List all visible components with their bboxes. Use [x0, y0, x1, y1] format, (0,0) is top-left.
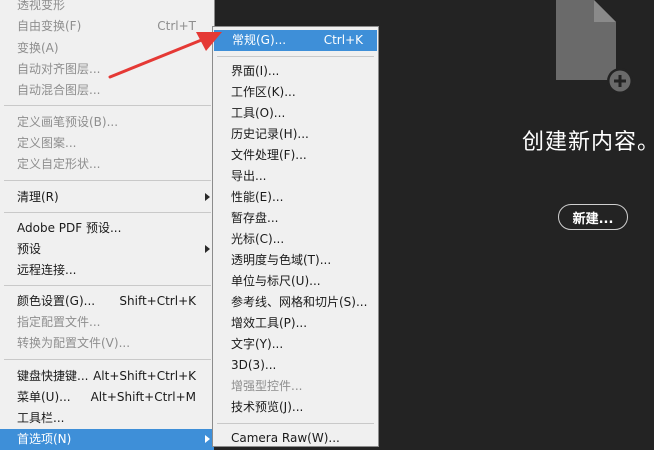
menu-item-shortcut: Alt+Shift+Ctrl+M [90, 390, 196, 404]
menu-item-toolbar[interactable]: 工具栏... [0, 408, 214, 429]
menu-separator [4, 180, 211, 181]
menu-item-label: 定义图案... [17, 136, 77, 150]
submenu-item-label: 常规(G)... [232, 33, 287, 47]
submenu-item-label: 3D(3)... [231, 358, 277, 372]
menu-item-label: 转换为配置文件(V)... [17, 336, 131, 350]
submenu-item-3d[interactable]: 3D(3)... [213, 355, 378, 376]
menu-item-define-brush-preset[interactable]: 定义画笔预设(B)... [0, 112, 214, 133]
menu-item-label: 首选项(N) [17, 432, 72, 446]
menu-item-label: 工具栏... [17, 411, 65, 425]
menu-item-shortcut: Alt+Shift+Ctrl+K [93, 369, 196, 383]
submenu-item-cursors[interactable]: 光标(C)... [213, 229, 378, 250]
menu-item-label: 清理(R) [17, 190, 59, 204]
submenu-item-label: 界面(I)... [231, 64, 280, 78]
submenu-item-label: 文件处理(F)... [231, 148, 307, 162]
submenu-item-transparency-gamut[interactable]: 透明度与色域(T)... [213, 250, 378, 271]
submenu-item-label: 增效工具(P)... [231, 316, 308, 330]
menu-item-define-custom-shape[interactable]: 定义自定形状... [0, 154, 214, 175]
submenu-item-export[interactable]: 导出... [213, 166, 378, 187]
menu-separator [217, 423, 374, 424]
menu-separator [217, 56, 374, 57]
menu-item-label: Adobe PDF 预设... [17, 221, 122, 235]
submenu-item-scratch-disks[interactable]: 暂存盘... [213, 208, 378, 229]
menu-item-label: 自动混合图层... [17, 83, 101, 97]
menu-item-label: 定义画笔预设(B)... [17, 115, 119, 129]
submenu-item-shortcut: Ctrl+K [323, 33, 363, 47]
preferences-submenu: 常规(G)... Ctrl+K 界面(I)... 工作区(K)... 工具(O).… [212, 26, 379, 447]
submenu-item-file-handling[interactable]: 文件处理(F)... [213, 145, 378, 166]
submenu-item-label: 单位与标尺(U)... [231, 274, 321, 288]
submenu-item-label: 工具(O)... [231, 106, 286, 120]
submenu-item-tools[interactable]: 工具(O)... [213, 103, 378, 124]
submenu-item-enhanced-controls[interactable]: 增强型控件... [213, 376, 378, 397]
menu-separator [4, 105, 211, 106]
submenu-item-label: 历史记录(H)... [231, 127, 309, 141]
menu-separator [4, 285, 211, 286]
submenu-item-label: 增强型控件... [231, 379, 303, 393]
menu-item-perspective-warp[interactable]: 透视变形 [0, 0, 214, 16]
menu-item-keyboard-shortcuts[interactable]: 键盘快捷键... Alt+Shift+Ctrl+K [0, 366, 214, 387]
menu-item-label: 自由变换(F) [17, 19, 82, 33]
submenu-item-label: 技术预览(J)... [231, 400, 304, 414]
new-document-icon [556, 0, 633, 94]
submenu-item-type[interactable]: 文字(Y)... [213, 334, 378, 355]
submenu-item-workspace[interactable]: 工作区(K)... [213, 82, 378, 103]
submenu-item-general[interactable]: 常规(G)... Ctrl+K [214, 30, 377, 51]
chevron-right-icon [205, 435, 210, 443]
menu-item-label: 菜单(U)... [17, 390, 71, 404]
submenu-item-label: 暂存盘... [231, 211, 279, 225]
submenu-item-label: 透明度与色域(T)... [231, 253, 332, 267]
menu-item-define-pattern[interactable]: 定义图案... [0, 133, 214, 154]
menu-item-convert-to-profile[interactable]: 转换为配置文件(V)... [0, 333, 214, 354]
menu-separator [4, 212, 211, 213]
menu-item-label: 远程连接... [17, 263, 77, 277]
menu-item-assign-profile[interactable]: 指定配置文件... [0, 312, 214, 333]
menu-item-color-settings[interactable]: 颜色设置(G)... Shift+Ctrl+K [0, 291, 214, 312]
chevron-right-icon [205, 245, 210, 253]
create-new-content-text: 创建新内容。 [522, 130, 654, 155]
submenu-item-label: 工作区(K)... [231, 85, 296, 99]
chevron-right-icon [205, 193, 210, 201]
red-arrow-icon [108, 32, 222, 79]
submenu-item-label: Camera Raw(W)... [231, 431, 340, 445]
menu-item-presets[interactable]: 预设 [0, 239, 214, 260]
submenu-item-guides-grid-slices[interactable]: 参考线、网格和切片(S)... [213, 292, 378, 313]
submenu-item-label: 导出... [231, 169, 267, 183]
menu-item-label: 透视变形 [17, 0, 66, 12]
menu-item-label: 变换(A) [17, 41, 59, 55]
menu-item-label: 自动对齐图层... [17, 62, 101, 76]
menu-item-adobe-pdf-presets[interactable]: Adobe PDF 预设... [0, 218, 214, 239]
menu-separator [4, 359, 211, 360]
new-button[interactable]: 新建... [558, 204, 628, 230]
menu-item-shortcut: Shift+Ctrl+K [119, 294, 196, 308]
menu-item-menus[interactable]: 菜单(U)... Alt+Shift+Ctrl+M [0, 387, 214, 408]
submenu-item-plugins[interactable]: 增效工具(P)... [213, 313, 378, 334]
menu-item-label: 定义自定形状... [17, 157, 101, 171]
submenu-item-performance[interactable]: 性能(E)... [213, 187, 378, 208]
menu-item-label: 颜色设置(G)... [17, 294, 96, 308]
submenu-item-units-rulers[interactable]: 单位与标尺(U)... [213, 271, 378, 292]
menu-item-label: 预设 [17, 242, 42, 256]
menu-item-purge[interactable]: 清理(R) [0, 187, 214, 208]
submenu-item-history-log[interactable]: 历史记录(H)... [213, 124, 378, 145]
submenu-item-label: 性能(E)... [231, 190, 284, 204]
submenu-item-label: 光标(C)... [231, 232, 285, 246]
menu-item-label: 指定配置文件... [17, 315, 101, 329]
menu-item-remote-connections[interactable]: 远程连接... [0, 260, 214, 281]
submenu-item-label: 文字(Y)... [231, 337, 284, 351]
submenu-item-camera-raw[interactable]: Camera Raw(W)... [213, 428, 378, 449]
submenu-item-label: 参考线、网格和切片(S)... [231, 295, 368, 309]
submenu-item-interface[interactable]: 界面(I)... [213, 61, 378, 82]
menu-item-label: 键盘快捷键... [17, 369, 89, 383]
submenu-item-technology-previews[interactable]: 技术预览(J)... [213, 397, 378, 418]
